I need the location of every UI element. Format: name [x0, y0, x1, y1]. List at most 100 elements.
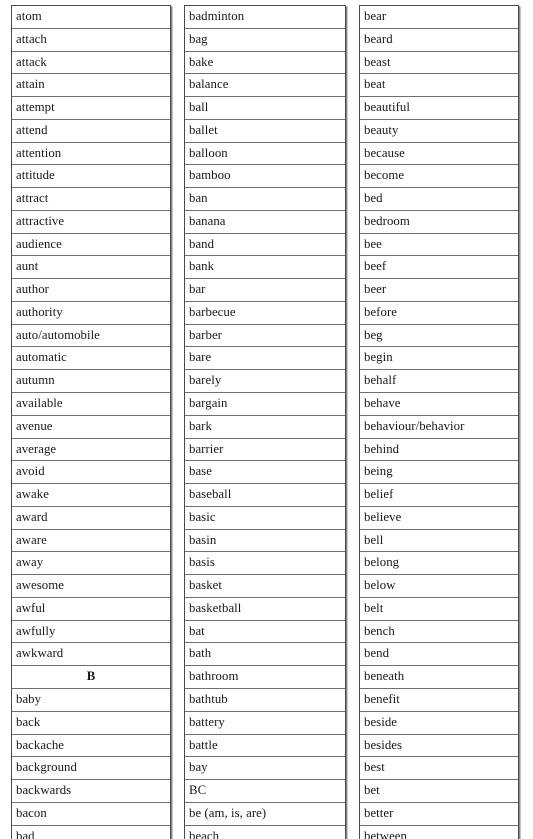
word-row: behalf: [360, 370, 518, 394]
word-row: better: [360, 803, 518, 826]
word-row: bathroom: [185, 666, 345, 689]
word-row: bet: [360, 780, 518, 803]
word-cell: belong: [360, 552, 518, 576]
word-cell: author: [12, 279, 170, 302]
word-cell: beside: [360, 712, 518, 735]
word-row: award: [12, 507, 170, 530]
word-cell: bay: [185, 757, 345, 781]
word-cell: bamboo: [185, 165, 345, 189]
word-row: become: [360, 165, 518, 189]
word-row: B: [12, 666, 170, 689]
word-row: attention: [12, 143, 170, 166]
word-row: author: [12, 279, 170, 302]
word-row: battery: [185, 712, 345, 735]
word-row: awful: [12, 598, 170, 621]
word-row: attempt: [12, 97, 170, 120]
word-row: ban: [185, 188, 345, 211]
word-row: ballet: [185, 120, 345, 143]
word-cell: barber: [185, 325, 345, 348]
word-cell: BC: [185, 780, 345, 803]
word-row: benefit: [360, 689, 518, 712]
word-row: attain: [12, 74, 170, 98]
word-cell: autumn: [12, 370, 170, 394]
letter-heading-cell: B: [12, 666, 170, 689]
word-row: beef: [360, 256, 518, 280]
word-cell: bank: [185, 256, 345, 280]
word-cell: besides: [360, 735, 518, 758]
word-row: avoid: [12, 461, 170, 485]
word-column-3-body: bear beard beast beat beautiful beauty because…: [360, 6, 518, 839]
word-cell: bargain: [185, 393, 345, 416]
word-row: bedroom: [360, 211, 518, 234]
word-row: awake: [12, 484, 170, 507]
word-row: available: [12, 393, 170, 416]
word-row: attract: [12, 188, 170, 211]
word-cell: attractive: [12, 211, 170, 234]
word-row: bake: [185, 52, 345, 75]
word-cell: attain: [12, 74, 170, 98]
word-row: bench: [360, 621, 518, 644]
word-cell: bee: [360, 234, 518, 257]
word-cell: bath: [185, 643, 345, 667]
word-row: avenue: [12, 416, 170, 439]
word-cell: attract: [12, 188, 170, 211]
word-row: barbecue: [185, 302, 345, 325]
word-cell: basin: [185, 530, 345, 553]
word-cell: behalf: [360, 370, 518, 394]
word-cell: bar: [185, 279, 345, 302]
word-cell: awesome: [12, 575, 170, 598]
word-row: bend: [360, 643, 518, 667]
word-row: bat: [185, 621, 345, 644]
word-cell: better: [360, 803, 518, 826]
word-cell: bat: [185, 621, 345, 644]
word-row: basketball: [185, 598, 345, 621]
word-row: below: [360, 575, 518, 598]
word-row: background: [12, 757, 170, 781]
word-cell: awfully: [12, 621, 170, 644]
word-cell: away: [12, 552, 170, 576]
word-cell: beard: [360, 29, 518, 52]
word-row: awkward: [12, 643, 170, 667]
word-cell: bell: [360, 530, 518, 553]
word-row: behaviour/behavior: [360, 416, 518, 439]
word-cell: bag: [185, 29, 345, 52]
word-row: attack: [12, 52, 170, 75]
word-cell: being: [360, 461, 518, 485]
word-cell: beast: [360, 52, 518, 75]
word-row: aware: [12, 530, 170, 553]
word-row: beautiful: [360, 97, 518, 120]
word-cell: attempt: [12, 97, 170, 120]
word-cell: atom: [12, 6, 170, 29]
word-cell: back: [12, 712, 170, 735]
word-cell: before: [360, 302, 518, 325]
word-cell: bear: [360, 6, 518, 29]
word-cell: base: [185, 461, 345, 485]
word-cell: awake: [12, 484, 170, 507]
word-row: bare: [185, 347, 345, 371]
word-cell: benefit: [360, 689, 518, 712]
word-cell: aware: [12, 530, 170, 553]
word-row: beach: [185, 826, 345, 839]
word-cell: basic: [185, 507, 345, 530]
word-list-columns: atom attach attack attain attempt attend atten…: [11, 5, 519, 839]
word-cell: background: [12, 757, 170, 781]
word-cell: belt: [360, 598, 518, 621]
word-row: behave: [360, 393, 518, 416]
word-row: best: [360, 757, 518, 781]
word-cell: attention: [12, 143, 170, 166]
word-cell: bacon: [12, 803, 170, 826]
word-cell: believe: [360, 507, 518, 530]
word-cell: banana: [185, 211, 345, 234]
word-row: beneath: [360, 666, 518, 689]
word-cell: awkward: [12, 643, 170, 667]
word-cell: basket: [185, 575, 345, 598]
word-cell: ban: [185, 188, 345, 211]
word-row: badminton: [185, 6, 345, 29]
word-cell: bad: [12, 826, 170, 839]
word-cell: bet: [360, 780, 518, 803]
word-cell: beer: [360, 279, 518, 302]
word-cell: best: [360, 757, 518, 781]
word-cell: belief: [360, 484, 518, 507]
word-cell: become: [360, 165, 518, 189]
word-row: average: [12, 439, 170, 462]
